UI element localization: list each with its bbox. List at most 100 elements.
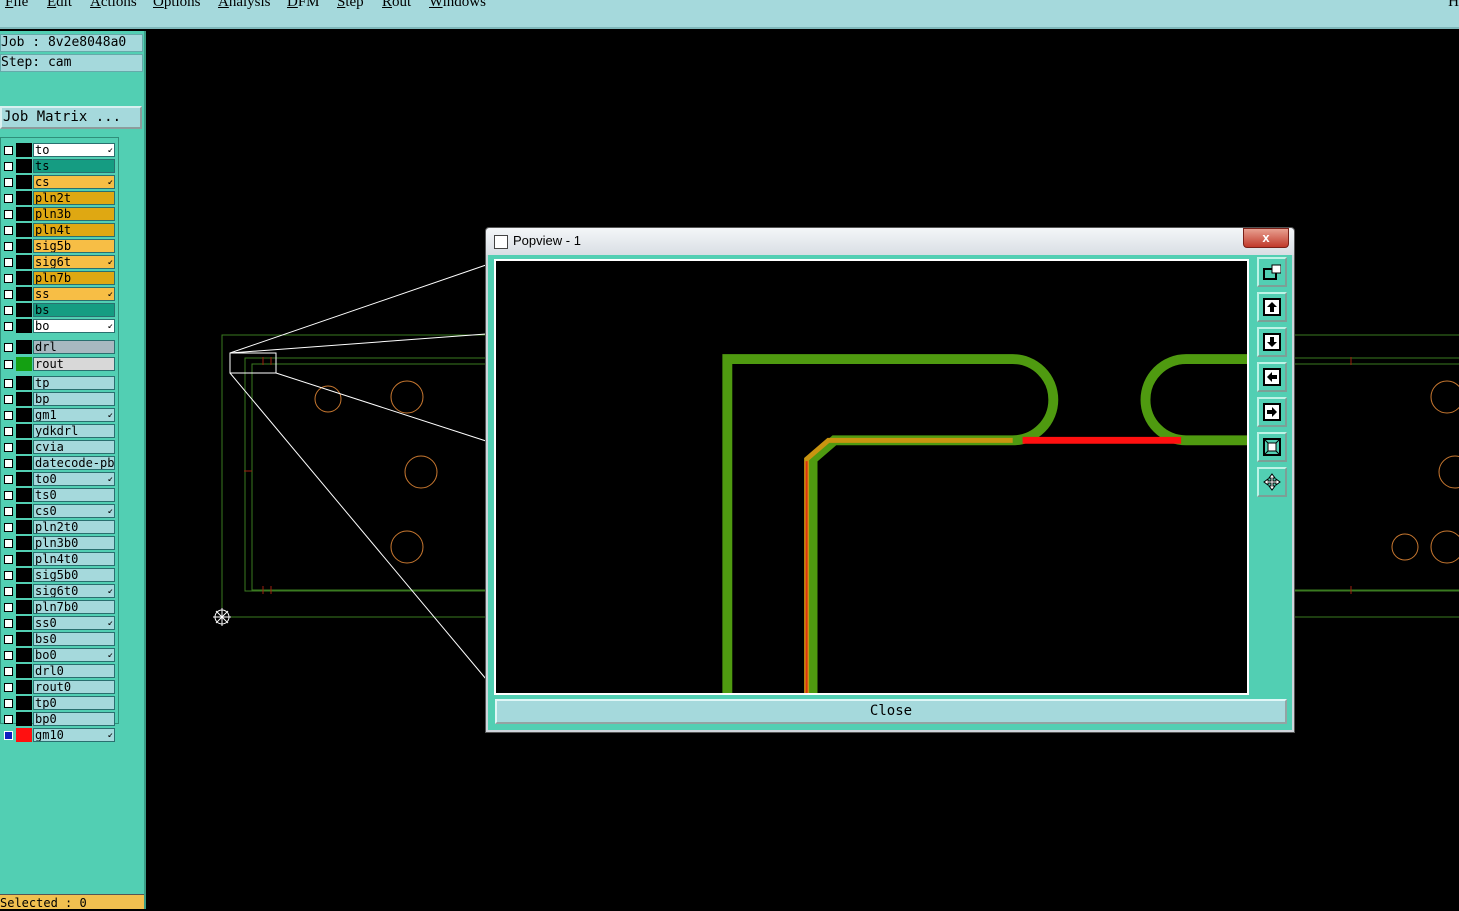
- layer-row-drl[interactable]: drl: [1, 340, 117, 355]
- layer-color-swatch[interactable]: [16, 424, 32, 438]
- layer-row-ts[interactable]: ts: [1, 159, 117, 174]
- layer-name[interactable]: tp: [33, 376, 115, 390]
- layer-color-swatch[interactable]: [16, 616, 32, 630]
- layer-row-bp0[interactable]: bp0: [1, 712, 117, 727]
- menu-dfm[interactable]: DFM: [287, 0, 320, 11]
- popview-zoom-view[interactable]: [494, 259, 1249, 695]
- layer-color-swatch[interactable]: [16, 392, 32, 406]
- layer-name[interactable]: rout0: [33, 680, 115, 694]
- layer-color-swatch[interactable]: [16, 728, 32, 742]
- layer-checkbox[interactable]: [4, 411, 13, 420]
- layer-row-pln4t0[interactable]: pln4t0: [1, 552, 117, 567]
- layer-checkbox[interactable]: [4, 443, 13, 452]
- layer-name[interactable]: pln7b0: [33, 600, 115, 614]
- layer-color-swatch[interactable]: [16, 175, 32, 189]
- layer-checkbox[interactable]: [4, 523, 13, 532]
- layer-checkbox[interactable]: [4, 306, 13, 315]
- layer-color-swatch[interactable]: [16, 271, 32, 285]
- layer-checkbox[interactable]: [4, 146, 13, 155]
- layer-color-swatch[interactable]: [16, 632, 32, 646]
- menu-file[interactable]: File: [5, 0, 28, 11]
- layer-color-swatch[interactable]: [16, 712, 32, 726]
- layer-name[interactable]: pln2t: [33, 191, 115, 205]
- layer-row-sig6t0[interactable]: sig6t0 ↙: [1, 584, 117, 599]
- popout-icon[interactable]: [1257, 257, 1287, 287]
- layer-checkbox[interactable]: [4, 699, 13, 708]
- layer-row-tp[interactable]: tp: [1, 376, 117, 391]
- layer-checkbox[interactable]: [4, 715, 13, 724]
- layer-checkbox[interactable]: [4, 731, 13, 740]
- close-icon[interactable]: x: [1243, 228, 1289, 248]
- layer-color-swatch[interactable]: [16, 255, 32, 269]
- layer-name[interactable]: sig5b0: [33, 568, 115, 582]
- layer-checkbox[interactable]: [4, 395, 13, 404]
- layer-checkbox[interactable]: [4, 274, 13, 283]
- layer-row-gm10[interactable]: gm10 ↙: [1, 728, 117, 743]
- layer-checkbox[interactable]: [4, 683, 13, 692]
- layer-name[interactable]: gm1 ↙: [33, 408, 115, 422]
- layer-color-swatch[interactable]: [16, 680, 32, 694]
- menu-options[interactable]: Options: [153, 0, 201, 11]
- layer-checkbox[interactable]: [4, 491, 13, 500]
- layer-name[interactable]: to ↙: [33, 143, 115, 157]
- layer-color-swatch[interactable]: [16, 648, 32, 662]
- pan-icon[interactable]: [1257, 467, 1287, 497]
- layer-row-bs0[interactable]: bs0: [1, 632, 117, 647]
- layer-name[interactable]: cvia: [33, 440, 115, 454]
- layer-checkbox[interactable]: [4, 210, 13, 219]
- layer-row-ss0[interactable]: ss0 ↙: [1, 616, 117, 631]
- menu-help[interactable]: H: [1448, 0, 1459, 11]
- zoom-bottom-icon[interactable]: [1257, 327, 1287, 357]
- layer-color-swatch[interactable]: [16, 239, 32, 253]
- layer-name[interactable]: bs0: [33, 632, 115, 646]
- layer-name[interactable]: to0 ↙: [33, 472, 115, 486]
- layer-color-swatch[interactable]: [16, 456, 32, 470]
- layer-checkbox[interactable]: [4, 242, 13, 251]
- layer-checkbox[interactable]: [4, 427, 13, 436]
- layer-row-ydkdrl[interactable]: ydkdrl: [1, 424, 117, 439]
- layer-color-swatch[interactable]: [16, 303, 32, 317]
- zoom-top-icon[interactable]: [1257, 292, 1287, 322]
- layer-color-swatch[interactable]: [16, 357, 32, 371]
- layer-name[interactable]: ts0: [33, 488, 115, 502]
- layer-color-swatch[interactable]: [16, 536, 32, 550]
- layer-checkbox[interactable]: [4, 603, 13, 612]
- menu-rout[interactable]: Rout: [382, 0, 411, 11]
- layer-row-sig5b0[interactable]: sig5b0: [1, 568, 117, 583]
- layer-name[interactable]: sig5b: [33, 239, 115, 253]
- zoom-right-icon[interactable]: [1257, 397, 1287, 427]
- layer-row-sig6t[interactable]: sig6t ↙: [1, 255, 117, 270]
- layer-color-swatch[interactable]: [16, 520, 32, 534]
- layer-name[interactable]: pln3b0: [33, 536, 115, 550]
- layer-row-pln2t0[interactable]: pln2t0: [1, 520, 117, 535]
- layer-checkbox[interactable]: [4, 635, 13, 644]
- layer-name[interactable]: tp0: [33, 696, 115, 710]
- layer-name[interactable]: bs: [33, 303, 115, 317]
- layer-name[interactable]: bp0: [33, 712, 115, 726]
- layer-row-bp[interactable]: bp: [1, 392, 117, 407]
- layer-name[interactable]: sig6t ↙: [33, 255, 115, 269]
- layer-color-swatch[interactable]: [16, 552, 32, 566]
- layer-checkbox[interactable]: [4, 343, 13, 352]
- layer-row-gm1[interactable]: gm1 ↙: [1, 408, 117, 423]
- zoom-left-icon[interactable]: [1257, 362, 1287, 392]
- menu-analysis[interactable]: Analysis: [218, 0, 271, 11]
- layer-color-swatch[interactable]: [16, 319, 32, 333]
- menu-windows[interactable]: Windows: [429, 0, 486, 11]
- layer-name[interactable]: pln2t0: [33, 520, 115, 534]
- layer-color-swatch[interactable]: [16, 191, 32, 205]
- layer-checkbox[interactable]: [4, 651, 13, 660]
- layer-name[interactable]: bo0 ↙: [33, 648, 115, 662]
- layer-row-pln3b[interactable]: pln3b: [1, 207, 117, 222]
- layer-row-rout0[interactable]: rout0: [1, 680, 117, 695]
- layer-color-swatch[interactable]: [16, 340, 32, 354]
- layer-checkbox[interactable]: [4, 162, 13, 171]
- layer-checkbox[interactable]: [4, 571, 13, 580]
- menu-step[interactable]: Step: [337, 0, 364, 11]
- layer-color-swatch[interactable]: [16, 159, 32, 173]
- layer-row-cvia[interactable]: cvia: [1, 440, 117, 455]
- layer-color-swatch[interactable]: [16, 472, 32, 486]
- close-button[interactable]: Close: [495, 699, 1287, 724]
- layer-color-swatch[interactable]: [16, 287, 32, 301]
- layer-row-ts0[interactable]: ts0: [1, 488, 117, 503]
